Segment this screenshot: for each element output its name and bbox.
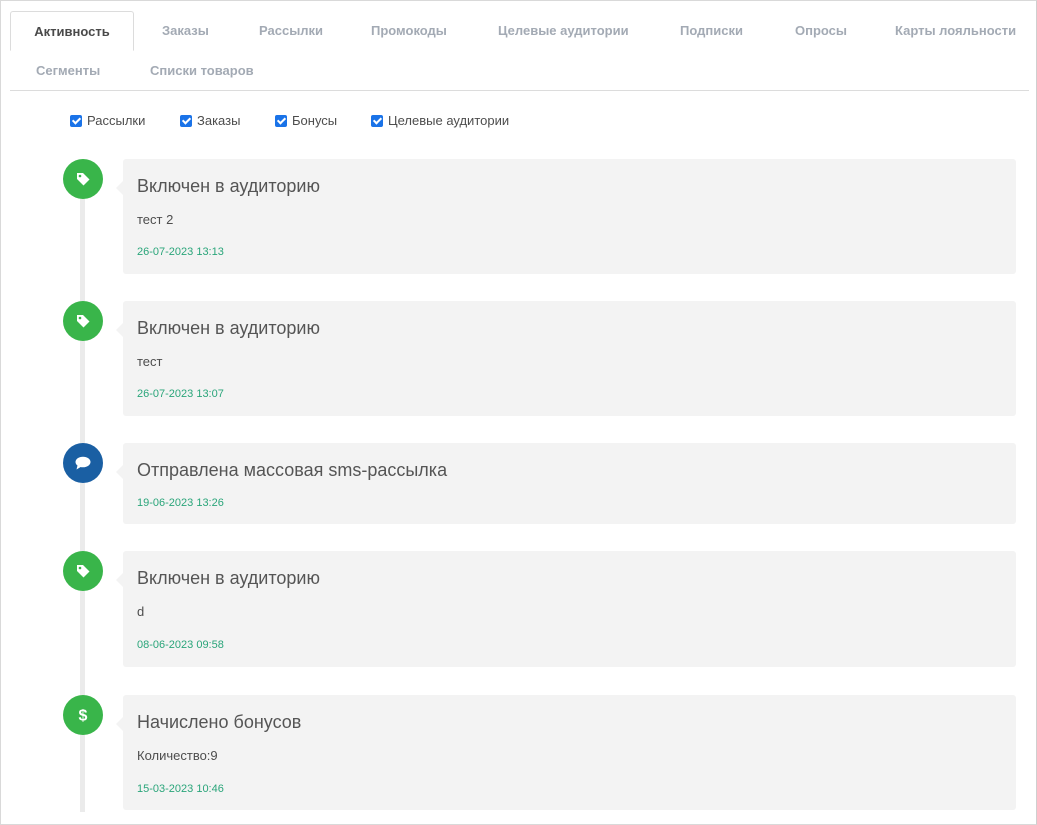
tag-icon xyxy=(63,301,103,341)
tab-target-audiences[interactable]: Целевые аудитории xyxy=(498,11,629,51)
event-title: Отправлена массовая sms-рассылка xyxy=(137,460,448,480)
event-description: d xyxy=(137,604,145,619)
filter-bonuses-label: Бонусы xyxy=(292,113,338,128)
filter-orders-label: Заказы xyxy=(197,113,241,128)
chat-bubble-icon xyxy=(63,443,103,483)
event-card: Отправлена массовая sms-рассылка 19-06-2… xyxy=(116,443,1016,524)
svg-text:$: $ xyxy=(79,708,88,725)
event-timestamp: 26-07-2023 13:13 xyxy=(137,246,224,258)
tab-orders[interactable]: Заказы xyxy=(162,11,209,51)
tab-bar: Активность Заказы Рассылки Промокоды Цел… xyxy=(10,11,1029,91)
filter-orders-checkbox[interactable] xyxy=(180,114,192,127)
event-title: Включен в аудиторию xyxy=(137,318,320,338)
event-timestamp: 08-06-2023 09:58 xyxy=(137,639,224,651)
event-timestamp: 26-07-2023 13:07 xyxy=(137,388,224,400)
filter-mailings-checkbox[interactable] xyxy=(70,114,82,127)
tab-mailings[interactable]: Рассылки xyxy=(259,11,323,51)
tag-icon xyxy=(63,159,103,199)
event-card: Включен в аудиторию тест 26-07-2023 13:0… xyxy=(116,301,1016,416)
tab-activity[interactable]: Активность xyxy=(10,11,134,51)
event-description: тест xyxy=(137,354,163,369)
filter-target-audiences[interactable]: Целевые аудитории xyxy=(371,113,509,128)
event-timestamp: 15-03-2023 10:46 xyxy=(137,783,224,795)
event-title: Включен в аудиторию xyxy=(137,568,320,588)
filter-target-audiences-checkbox[interactable] xyxy=(371,114,383,127)
event-card: Включен в аудиторию d 08-06-2023 09:58 xyxy=(116,551,1016,667)
tab-loyalty-cards[interactable]: Карты лояльности xyxy=(895,11,1016,51)
event-title: Включен в аудиторию xyxy=(137,176,320,196)
event-title: Начислено бонусов xyxy=(137,712,302,732)
filter-mailings[interactable]: Рассылки xyxy=(70,113,145,128)
filter-orders[interactable]: Заказы xyxy=(180,113,240,128)
filter-mailings-label: Рассылки xyxy=(87,113,146,128)
event-description: тест 2 xyxy=(137,212,174,227)
filter-bonuses[interactable]: Бонусы xyxy=(275,113,337,128)
event-timestamp: 19-06-2023 13:26 xyxy=(137,497,224,509)
tab-promocodes[interactable]: Промокоды xyxy=(371,11,447,51)
event-card: Начислено бонусов Количество:9 15-03-202… xyxy=(116,695,1016,810)
tab-surveys[interactable]: Опросы xyxy=(795,11,847,51)
event-card: Включен в аудиторию тест 2 26-07-2023 13… xyxy=(116,159,1016,274)
tag-icon xyxy=(63,551,103,591)
tab-product-lists[interactable]: Списки товаров xyxy=(150,51,254,91)
dollar-icon: $ xyxy=(63,695,103,735)
tab-subscriptions[interactable]: Подписки xyxy=(680,11,743,51)
tab-segments[interactable]: Сегменты xyxy=(36,51,100,91)
filter-bonuses-checkbox[interactable] xyxy=(275,114,287,127)
event-description: Количество:9 xyxy=(137,748,218,763)
filter-target-audiences-label: Целевые аудитории xyxy=(388,113,510,128)
